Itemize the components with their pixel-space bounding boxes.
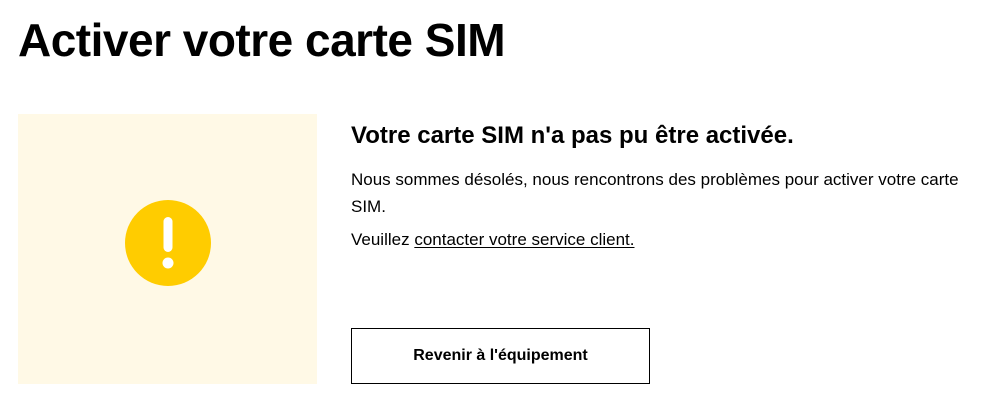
back-to-equipment-button[interactable]: Revenir à l'équipement bbox=[351, 328, 650, 384]
contact-support-link[interactable]: contacter votre service client. bbox=[414, 230, 634, 249]
contact-line: Veuillez contacter votre service client. bbox=[351, 226, 991, 253]
page-title: Activer votre carte SIM bbox=[18, 14, 506, 66]
error-illustration bbox=[18, 114, 317, 384]
status-message: Nous sommes désolés, nous rencontrons de… bbox=[351, 170, 959, 216]
contact-prefix: Veuillez bbox=[351, 230, 415, 249]
status-panel: Votre carte SIM n'a pas pu être activée.… bbox=[351, 116, 991, 253]
status-heading: Votre carte SIM n'a pas pu être activée. bbox=[351, 122, 794, 149]
exclamation-circle-icon bbox=[125, 200, 211, 286]
